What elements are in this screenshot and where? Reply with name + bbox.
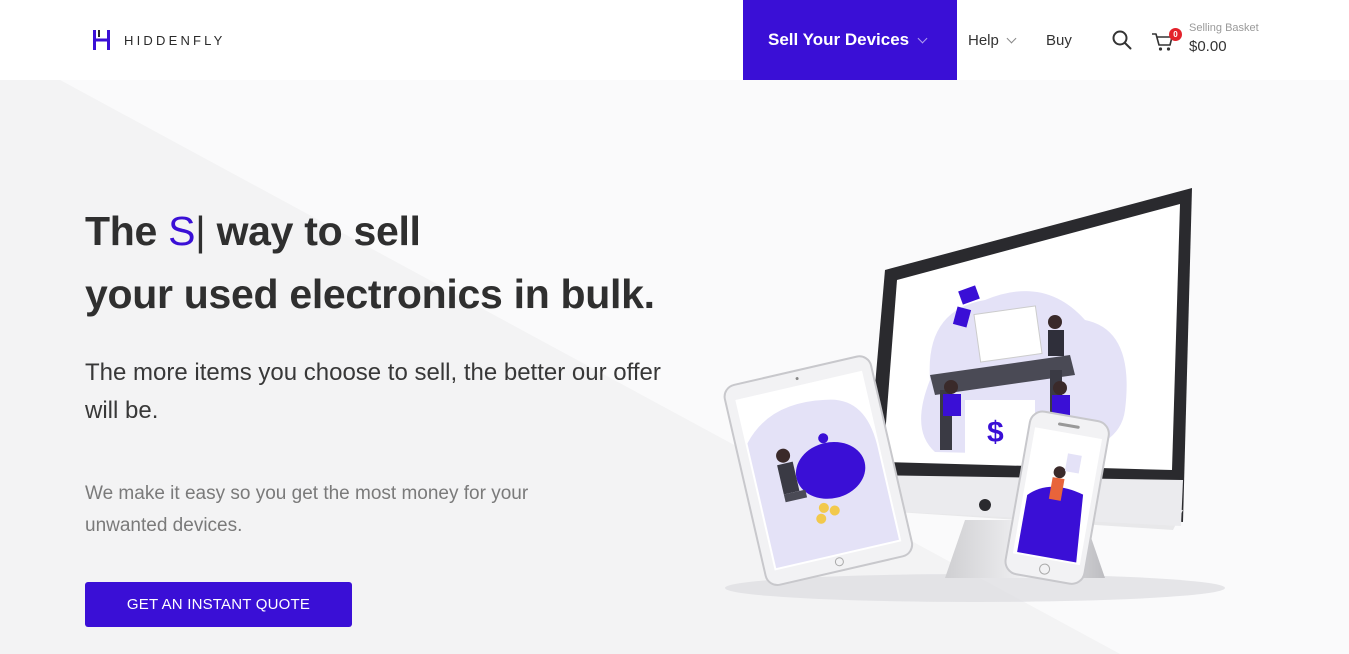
nav-buy[interactable]: Buy: [1046, 0, 1072, 80]
typing-cursor: |: [195, 208, 206, 254]
nav-buy-label: Buy: [1046, 31, 1072, 49]
hero-description: We make it easy so you get the most mone…: [85, 483, 529, 536]
nav-help-label: Help: [968, 31, 999, 49]
headline-typed-word: S: [168, 208, 196, 254]
hero-headline-line1: The S| way to sell: [85, 200, 655, 263]
brand-logo-icon: [93, 30, 110, 50]
hero-section: The S| way to sell your used electronics…: [0, 80, 1349, 654]
chevron-down-icon: [917, 33, 928, 43]
hero-headline-line2: your used electronics in bulk.: [85, 271, 655, 317]
nav-sell-label: Sell Your Devices: [768, 30, 910, 49]
basket-label: Selling Basket: [1189, 22, 1259, 34]
cart-button[interactable]: 0: [1150, 27, 1182, 53]
headline-post: way to sell: [205, 208, 421, 254]
chevron-down-icon: [1006, 33, 1017, 43]
headline-pre: The: [85, 208, 169, 254]
get-instant-quote-button[interactable]: GET AN INSTANT QUOTE: [85, 582, 352, 627]
site-header: HIDDENFLY Sell Your Devices Help Buy 0 S…: [0, 0, 1349, 80]
nav-sell-your-devices[interactable]: Sell Your Devices: [743, 0, 957, 80]
basket-total[interactable]: $0.00: [1189, 38, 1227, 55]
devices-illustration: $: [723, 188, 1225, 602]
nav-help[interactable]: Help: [968, 0, 1017, 80]
hero-subhead: The more items you choose to sell, the b…: [85, 359, 661, 424]
brand-name: HIDDENFLY: [124, 32, 226, 48]
brand-logo[interactable]: HIDDENFLY: [92, 29, 226, 51]
search-icon[interactable]: [1111, 29, 1133, 51]
hero-headline: The S| way to sell your used electronics…: [85, 200, 655, 326]
illustration-dollar-sign: $: [987, 416, 1004, 449]
cart-count-badge: 0: [1169, 28, 1182, 41]
